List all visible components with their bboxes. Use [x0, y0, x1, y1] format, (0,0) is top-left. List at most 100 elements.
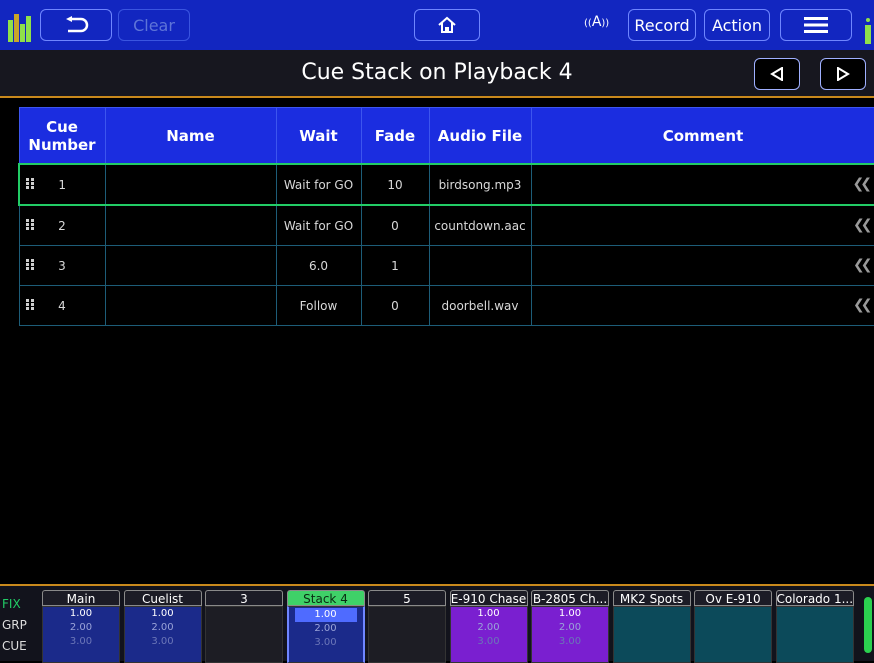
playback-value: 2.00: [69, 622, 93, 633]
cue-audio-cell[interactable]: doorbell.wav: [428, 285, 532, 326]
playback-button[interactable]: MK2 Spots: [612, 590, 691, 663]
table-row[interactable]: 2 Wait for GO 0 countdown.aac ❮❮: [18, 204, 874, 246]
cue-wait-cell[interactable]: Wait for GO: [275, 204, 362, 246]
cue-number-cell[interactable]: 3: [18, 245, 106, 286]
cue-audio-cell[interactable]: [428, 245, 532, 286]
playback-value: [206, 635, 282, 649]
playback-value: [777, 621, 853, 635]
cue-fade-cell[interactable]: 10: [360, 163, 430, 206]
cue-number: 3: [58, 258, 66, 273]
record-button[interactable]: Record: [628, 9, 696, 41]
column-header-fade[interactable]: Fade: [360, 107, 430, 165]
playback-value: 1.00: [558, 608, 582, 619]
cue-number: 2: [58, 218, 66, 233]
grp-label[interactable]: GRP: [2, 615, 38, 636]
playback-label: Cuelist: [123, 590, 202, 606]
home-button[interactable]: [414, 9, 480, 41]
next-playback-button[interactable]: [820, 58, 866, 90]
playback-button[interactable]: Colorado 1...: [775, 590, 854, 663]
playback-value: 2.00: [314, 623, 337, 634]
cue-wait-cell[interactable]: Follow: [275, 285, 362, 326]
playback-label: Colorado 1...: [775, 590, 854, 606]
double-chevron-left-icon[interactable]: ❮❮: [853, 176, 873, 192]
table-row[interactable]: 4 Follow 0 doorbell.wav ❮❮: [18, 285, 874, 326]
playback-value: [206, 621, 282, 635]
drag-handle-icon[interactable]: [25, 259, 36, 271]
playback-button[interactable]: 5: [368, 590, 446, 663]
cue-wait-cell[interactable]: Wait for GO: [275, 163, 362, 206]
app-logo-icon: [8, 14, 32, 42]
playback-body: [205, 606, 283, 663]
playback-body: 1.00 2.00 3.00: [531, 606, 609, 663]
cue-name-cell[interactable]: [104, 285, 277, 326]
action-button[interactable]: Action: [704, 9, 770, 41]
playback-value: 1.00: [477, 608, 500, 619]
cue-number-cell[interactable]: 4: [18, 285, 106, 326]
cue-audio-cell[interactable]: birdsong.mp3: [428, 163, 532, 206]
playback-value: [777, 635, 853, 649]
column-header-comment[interactable]: Comment: [530, 107, 874, 165]
menu-button[interactable]: [780, 9, 852, 41]
cue-comment-cell[interactable]: ❮❮: [530, 204, 874, 246]
playback-value: 3.00: [69, 636, 93, 647]
cue-number-cell[interactable]: 1: [18, 163, 106, 206]
playback-value: 2.00: [151, 622, 174, 633]
playback-label: Ov E-910: [694, 590, 772, 606]
cue-number-cell[interactable]: 2: [18, 204, 106, 246]
drag-handle-icon[interactable]: [25, 219, 36, 231]
playback-label: 3: [205, 590, 283, 606]
playback-button[interactable]: 3: [205, 590, 283, 663]
cue-comment-cell[interactable]: ❮❮: [530, 245, 874, 286]
cue-name-cell[interactable]: [104, 245, 277, 286]
playback-value: [777, 607, 853, 621]
playback-value: [614, 621, 690, 635]
playback-button[interactable]: Stack 4 1.00 2.00 3.00: [286, 590, 365, 663]
cue-name-cell[interactable]: [104, 163, 277, 206]
drag-handle-icon[interactable]: [26, 178, 36, 190]
previous-playback-button[interactable]: [754, 58, 800, 90]
undo-arrow-icon: [66, 16, 89, 33]
cue-label[interactable]: CUE: [2, 636, 38, 657]
triangle-left-icon: [770, 67, 783, 81]
playback-strip: FIX GRP CUE Main 1.00 2.00 3.00 Cuelist 1.00 2…: [0, 584, 874, 663]
column-header-cue-number[interactable]: Cue Number: [18, 107, 106, 165]
cue-comment-cell[interactable]: ❮❮: [530, 163, 874, 206]
master-fader[interactable]: [864, 597, 872, 653]
cue-name-cell[interactable]: [104, 204, 277, 246]
cue-number: 4: [58, 298, 66, 313]
playback-value: 1.00: [294, 608, 357, 622]
column-header-name[interactable]: Name: [104, 107, 277, 165]
table-row[interactable]: 3 6.0 1 ❮❮: [18, 245, 874, 286]
cue-comment-cell[interactable]: ❮❮: [530, 285, 874, 326]
playback-button[interactable]: E-910 Chase 1.00 2.00 3.00: [449, 590, 528, 663]
cue-audio-cell[interactable]: countdown.aac: [428, 204, 532, 246]
workspace-selector: FIX GRP CUE: [2, 594, 38, 657]
playback-value: [369, 607, 445, 621]
clear-button[interactable]: Clear: [118, 9, 190, 41]
drag-handle-icon[interactable]: [25, 299, 36, 311]
playback-body: [368, 606, 446, 663]
table-row[interactable]: 1 Wait for GO 10 birdsong.mp3 ❮❮: [18, 163, 874, 206]
column-header-wait[interactable]: Wait: [275, 107, 362, 165]
double-chevron-left-icon[interactable]: ❮❮: [853, 297, 873, 313]
playback-value: [695, 607, 771, 621]
top-toolbar: Clear ((A)) Record Action: [0, 0, 874, 50]
playback-button[interactable]: Main 1.00 2.00 3.00: [42, 590, 120, 663]
column-header-audio-file[interactable]: Audio File: [428, 107, 532, 165]
playback-button[interactable]: B-2805 Ch... 1.00 2.00 3.00: [531, 590, 609, 663]
playback-label: 5: [368, 590, 446, 606]
action-button-label: Action: [711, 15, 763, 35]
fix-label[interactable]: FIX: [2, 594, 38, 615]
double-chevron-left-icon[interactable]: ❮❮: [853, 257, 873, 273]
cue-wait-cell[interactable]: 6.0: [275, 245, 362, 286]
back-button[interactable]: [40, 9, 112, 41]
cue-fade-cell[interactable]: 0: [360, 285, 430, 326]
playback-button[interactable]: Cuelist 1.00 2.00 3.00: [123, 590, 202, 663]
record-button-label: Record: [634, 15, 690, 35]
wireless-label: A: [591, 14, 602, 30]
playback-button[interactable]: Ov E-910: [694, 590, 772, 663]
table-header-row: Cue Number Name Wait Fade Audio File Com…: [18, 107, 874, 165]
cue-fade-cell[interactable]: 0: [360, 204, 430, 246]
cue-fade-cell[interactable]: 1: [360, 245, 430, 286]
double-chevron-left-icon[interactable]: ❮❮: [853, 217, 873, 233]
